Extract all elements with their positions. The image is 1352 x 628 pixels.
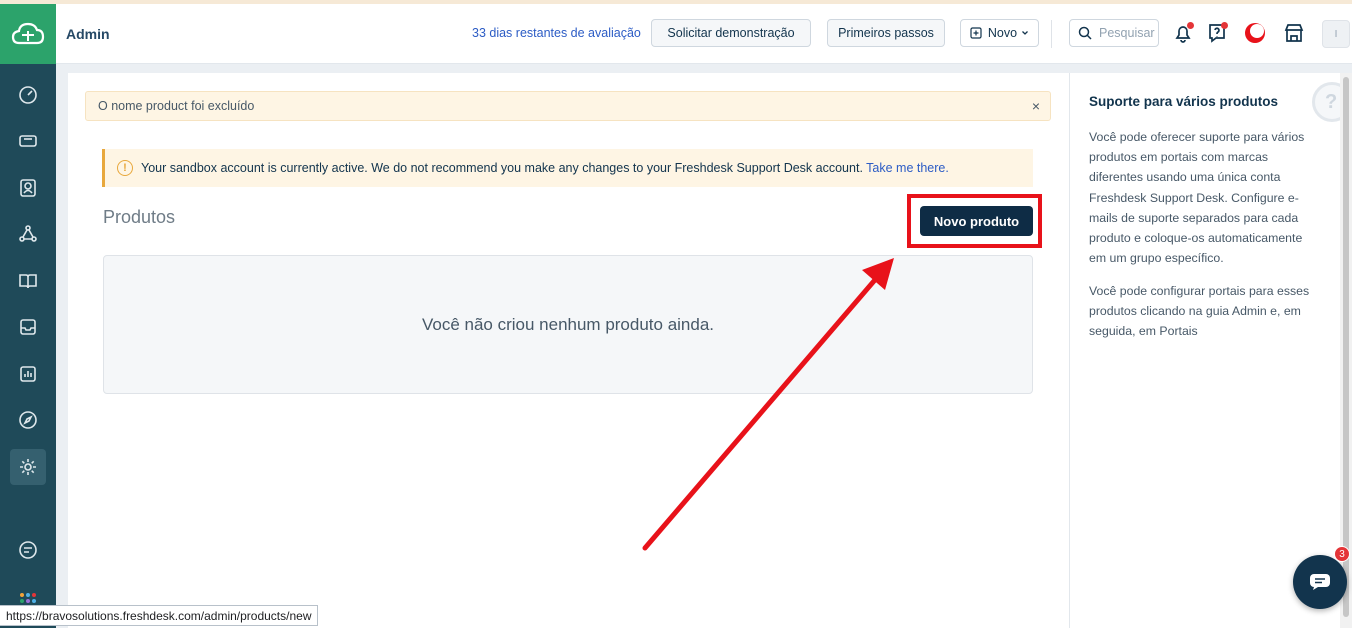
- empty-state-panel: Você não criou nenhum produto ainda.: [103, 255, 1033, 394]
- chat-widget-button[interactable]: [1293, 555, 1347, 609]
- getting-started-button[interactable]: Primeiros passos: [827, 19, 945, 47]
- help-dot: [1221, 22, 1228, 29]
- reports-icon[interactable]: [10, 356, 46, 392]
- warning-icon: !: [117, 160, 133, 176]
- chevron-down-icon: [1022, 31, 1029, 35]
- scrollbar-thumb[interactable]: [1343, 77, 1349, 617]
- request-demo-button[interactable]: Solicitar demonstração: [651, 19, 811, 47]
- close-icon[interactable]: ×: [1032, 99, 1040, 113]
- discover-icon[interactable]: [10, 402, 46, 438]
- sandbox-warning-text: Your sandbox account is currently active…: [141, 161, 949, 175]
- apps-grid-icon[interactable]: [19, 592, 37, 604]
- page-scrollbar[interactable]: [1340, 73, 1352, 628]
- admin-gear-icon[interactable]: [10, 449, 46, 485]
- new-dropdown-button[interactable]: Novo: [960, 19, 1039, 47]
- new-product-button[interactable]: Novo produto: [920, 206, 1033, 236]
- chat-unread-badge: 3: [1334, 546, 1350, 562]
- browser-status-url: https://bravosolutions.freshdesk.com/adm…: [0, 605, 319, 626]
- sandbox-warning-banner: ! Your sandbox account is currently acti…: [102, 149, 1033, 187]
- side-panel-title: Suporte para vários produtos: [1089, 94, 1279, 109]
- side-panel-paragraph-2: Você pode configurar portais para esses …: [1089, 284, 1310, 339]
- help-side-panel: Suporte para vários produtos Você pode o…: [1069, 73, 1340, 628]
- new-button-label: Novo: [987, 26, 1018, 40]
- freshworks-crescent-icon[interactable]: [1242, 20, 1268, 46]
- main-content: O nome product foi excluído × ! Your san…: [68, 73, 1069, 628]
- header-divider: [1051, 20, 1052, 48]
- freshdesk-logo[interactable]: [0, 4, 56, 64]
- top-header: Admin 33 dias restantes de avaliação Sol…: [56, 4, 1352, 64]
- products-heading: Produtos: [103, 207, 176, 227]
- chat-icon[interactable]: [10, 532, 46, 568]
- user-avatar[interactable]: I: [1322, 20, 1350, 48]
- contacts-icon[interactable]: [10, 170, 46, 206]
- plus-square-icon: [970, 27, 982, 39]
- trial-days-link[interactable]: 33 dias restantes de avaliação: [472, 26, 641, 40]
- inbox-icon[interactable]: [10, 309, 46, 345]
- empty-state-text: Você não criou nenhum produto ainda.: [421, 314, 715, 334]
- search-placeholder: Pesquisar: [1099, 26, 1155, 40]
- search-icon: [1078, 26, 1092, 40]
- dashboard-icon[interactable]: [10, 77, 46, 113]
- groups-icon[interactable]: [10, 216, 46, 252]
- notice-text: O nome product foi excluído: [98, 99, 255, 113]
- chat-bubble-icon: [1310, 574, 1330, 590]
- knowledge-base-icon[interactable]: [10, 263, 46, 299]
- page-title: Admin: [66, 26, 110, 42]
- take-me-there-link[interactable]: Take me there.: [866, 161, 949, 175]
- search-input[interactable]: Pesquisar: [1069, 19, 1159, 47]
- deleted-notice-banner: O nome product foi excluído ×: [85, 91, 1051, 121]
- side-panel-paragraph-1: Você pode oferecer suporte para vários p…: [1089, 130, 1305, 266]
- sidebar: [0, 4, 56, 628]
- tickets-icon[interactable]: [10, 123, 46, 159]
- marketplace-store-icon[interactable]: [1281, 20, 1307, 46]
- notification-dot: [1187, 22, 1194, 29]
